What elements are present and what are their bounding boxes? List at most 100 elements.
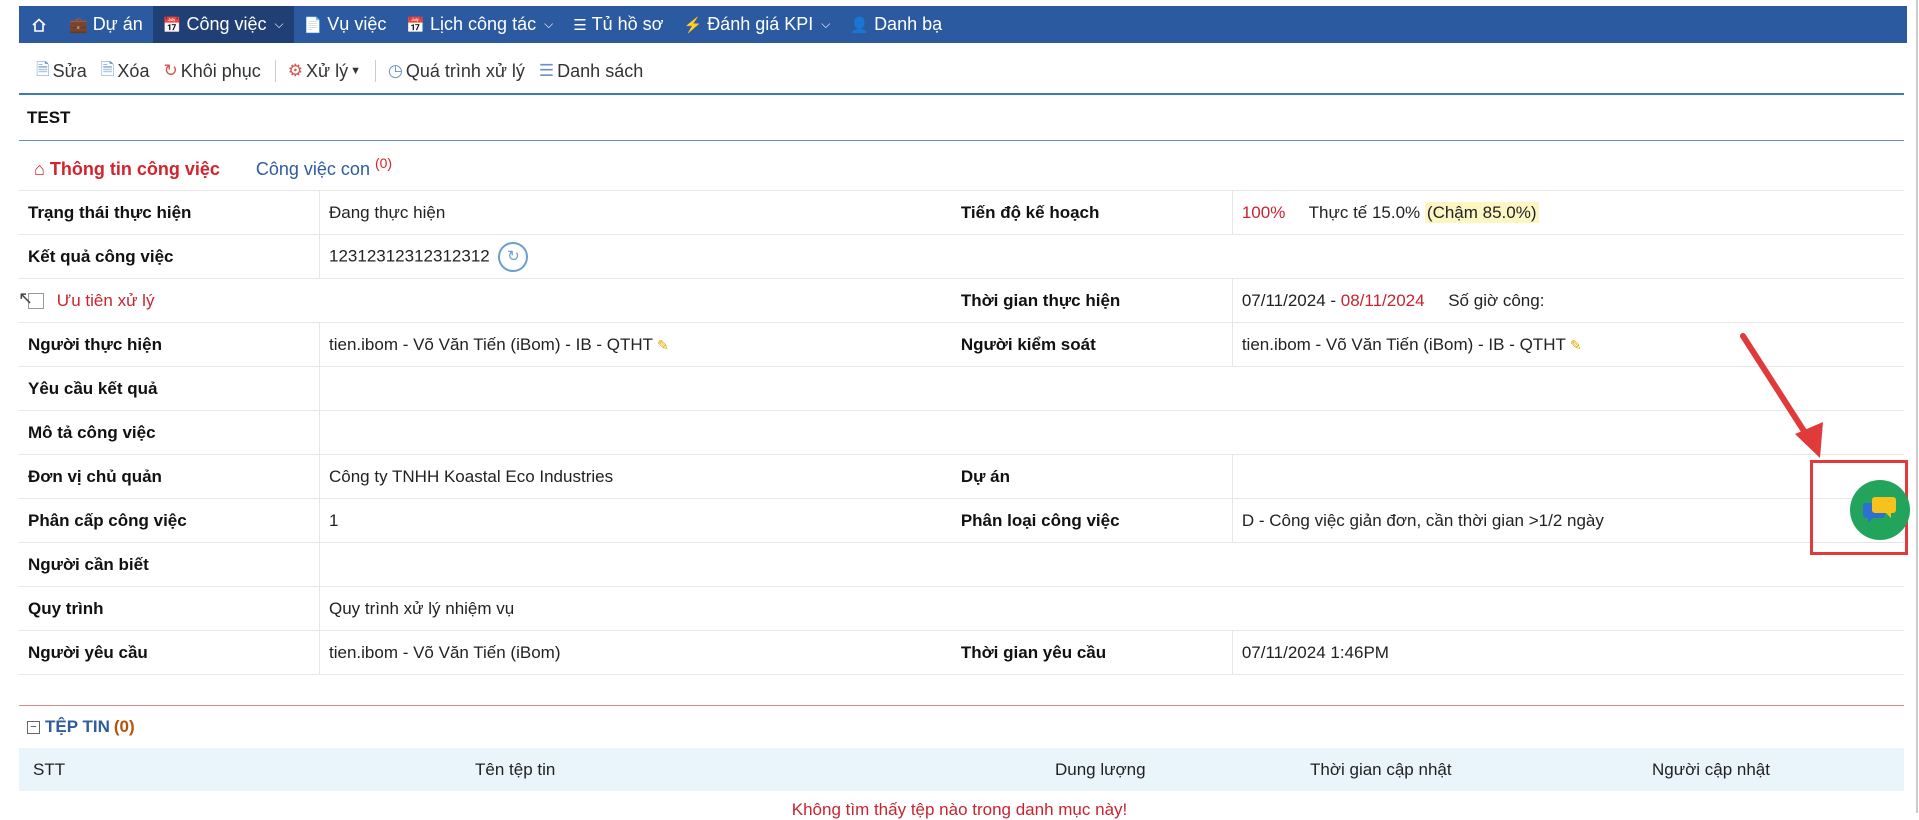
controller-value: tien.ibom - Võ Văn Tiến (iBom) - IB - QT…	[1241, 334, 1566, 354]
actual-progress: Thực tế 15.0%	[1308, 202, 1421, 222]
tab-task-info[interactable]: ⌂ Thông tin công việc	[34, 159, 220, 180]
table-row: Người cần biết	[19, 542, 1904, 587]
task-detail-table: Trạng thái thực hiện Đang thực hiện Tiến…	[19, 190, 1904, 675]
description-value	[319, 410, 1904, 455]
time-separator: -	[1325, 290, 1341, 310]
project-label: Dự án	[951, 454, 1233, 499]
nav-item-lich-cong-tac[interactable]: 📅 Lịch công tác ⌵	[396, 6, 563, 43]
unit-label: Đơn vị chủ quản	[19, 454, 320, 499]
history-icon[interactable]: ↻	[498, 241, 529, 272]
level-label: Phân cấp công việc	[19, 498, 320, 543]
table-row: Người thực hiện tien.ibom - Võ Văn Tiến …	[19, 322, 1904, 367]
subtask-count: (0)	[374, 155, 393, 171]
chat-button[interactable]	[1850, 480, 1910, 540]
contact-icon: 👤	[850, 16, 870, 34]
chevron-down-icon: ⌵	[544, 17, 554, 31]
empty-message: Không tìm thấy tệp nào trong danh mục nà…	[791, 800, 1128, 819]
nav-item-tu-ho-so[interactable]: ☰ Tủ hồ sơ	[563, 6, 673, 43]
calendar-icon: 📅	[162, 16, 182, 34]
column-header-stt: STT	[33, 759, 66, 779]
briefcase-icon: 💼	[69, 16, 88, 34]
nav-item-vu-viec[interactable]: 📄 Vụ việc	[294, 6, 397, 43]
nav-item-cong-viec[interactable]: 📅 Công việc ⌵	[152, 6, 294, 43]
nav-item-du-an[interactable]: 💼 Dự án	[59, 6, 153, 43]
collapse-icon[interactable]: −	[27, 720, 40, 734]
title-divider	[19, 140, 1904, 141]
toolbar-divider	[274, 60, 276, 82]
requester-label: Người yêu cầu	[19, 630, 320, 675]
pencil-icon[interactable]: ✎	[1570, 337, 1582, 353]
executor-label: Người thực hiện	[19, 322, 320, 367]
priority-label: Ưu tiên xử lý	[56, 290, 155, 310]
description-label: Mô tả công việc	[19, 410, 320, 455]
nav-label: Tủ hồ sơ	[591, 14, 664, 34]
files-divider	[19, 705, 1904, 706]
page-title: TEST	[27, 108, 71, 127]
requester-value: tien.ibom - Võ Văn Tiến (iBom)	[319, 630, 952, 675]
table-row: Phân cấp công việc 1 Phân loại công việc…	[19, 498, 1904, 543]
toolbar: 🗎 Sửa 🗎 Xóa ↻ Khôi phục ⚙ Xử lý ▼ ◷ Quá …	[36, 56, 657, 86]
files-header[interactable]: − TỆP TIN (0)	[27, 717, 135, 737]
result-label: Kết quả công việc	[19, 234, 320, 279]
priority-cell: Ưu tiên xử lý	[19, 278, 952, 323]
edit-label: Sửa	[52, 60, 87, 81]
history-label: Quá trình xử lý	[405, 60, 525, 81]
nav-item-danh-gia-kpi[interactable]: ⚡ Đánh giá KPI ⌵	[674, 6, 841, 43]
delete-icon: 🗎	[100, 59, 115, 79]
restore-icon: ↻	[163, 61, 178, 80]
toolbar-divider-line	[19, 93, 1904, 95]
category-value: D - Công việc giản đơn, cần thời gian >1…	[1232, 498, 1904, 543]
result-cell: 12312312312312312 ↻	[319, 234, 1904, 279]
table-row: Người yêu cầu tien.ibom - Võ Văn Tiến (i…	[19, 630, 1904, 675]
nav-item-danh-ba[interactable]: 👤 Danh bạ	[840, 6, 952, 43]
tab-label: Thông tin công việc	[49, 159, 220, 179]
process-button[interactable]: ⚙ Xử lý ▼	[288, 61, 361, 82]
requirement-label: Yêu cầu kết quả	[19, 366, 320, 411]
home-icon[interactable]	[19, 6, 59, 43]
files-table-header: STT Tên tệp tin Dung lượng Thời gian cập…	[19, 748, 1904, 791]
watchers-label: Người cần biết	[19, 542, 320, 587]
process-label: Xử lý	[306, 60, 349, 81]
clock-icon: ◷	[387, 61, 403, 80]
table-row: Quy trình Quy trình xử lý nhiệm vụ	[19, 586, 1904, 631]
executor-value: tien.ibom - Võ Văn Tiến (iBom) - IB - QT…	[329, 334, 654, 354]
late-badge: (Chậm 85.0%)	[1424, 201, 1539, 223]
table-row: Đơn vị chủ quản Công ty TNHH Koastal Eco…	[19, 454, 1904, 499]
gears-icon: ⚙	[287, 61, 304, 80]
column-header-filename: Tên tệp tin	[475, 759, 556, 779]
time-start: 07/11/2024	[1241, 290, 1326, 310]
column-header-updated-by: Người cập nhật	[1652, 759, 1770, 779]
status-value: Đang thực hiện	[319, 190, 952, 235]
lightning-icon: ⚡	[683, 16, 703, 34]
requirement-value	[319, 366, 1904, 411]
table-row: Ưu tiên xử lý Thời gian thực hiện 07/11/…	[19, 278, 1904, 323]
mouse-cursor-icon: ↖	[18, 288, 34, 308]
time-cell: 07/11/2024 - 08/11/2024 Số giờ công:	[1232, 278, 1904, 323]
annotation-arrow	[1740, 333, 1823, 458]
edit-button[interactable]: 🗎 Sửa	[36, 57, 87, 86]
home-icon: ⌂	[34, 159, 45, 179]
hours-label: Số giờ công:	[1448, 290, 1545, 310]
delete-button[interactable]: 🗎 Xóa	[101, 57, 150, 86]
pencil-icon[interactable]: ✎	[657, 337, 669, 353]
chevron-down-icon: ⌵	[274, 17, 284, 31]
table-row: Kết quả công việc 12312312312312312 ↻	[19, 234, 1904, 279]
table-row: Yêu cầu kết quả	[19, 366, 1904, 411]
plan-label: Tiến độ kế hoạch	[951, 190, 1233, 235]
restore-label: Khôi phục	[180, 60, 261, 81]
history-button[interactable]: ◷ Quá trình xử lý	[388, 61, 525, 82]
list-button[interactable]: ☰ Danh sách	[539, 61, 643, 82]
nav-label: Danh bạ	[874, 14, 943, 34]
time-end: 08/11/2024	[1340, 290, 1425, 310]
nav-label: Lịch công tác	[430, 14, 537, 34]
unit-value: Công ty TNHH Koastal Eco Industries	[319, 454, 952, 499]
nav-label: Công việc	[186, 14, 267, 34]
tab-subtasks[interactable]: Công việc con (0)	[256, 155, 392, 180]
file-icon: 📄	[303, 16, 323, 34]
level-value: 1	[319, 498, 952, 543]
column-header-size: Dung lượng	[1055, 759, 1146, 779]
process-link[interactable]: Quy trình xử lý nhiệm vụ	[319, 586, 1904, 631]
restore-button[interactable]: ↻ Khôi phục	[163, 61, 260, 82]
table-row: Mô tả công việc	[19, 410, 1904, 455]
result-value: 12312312312312312	[329, 245, 490, 265]
